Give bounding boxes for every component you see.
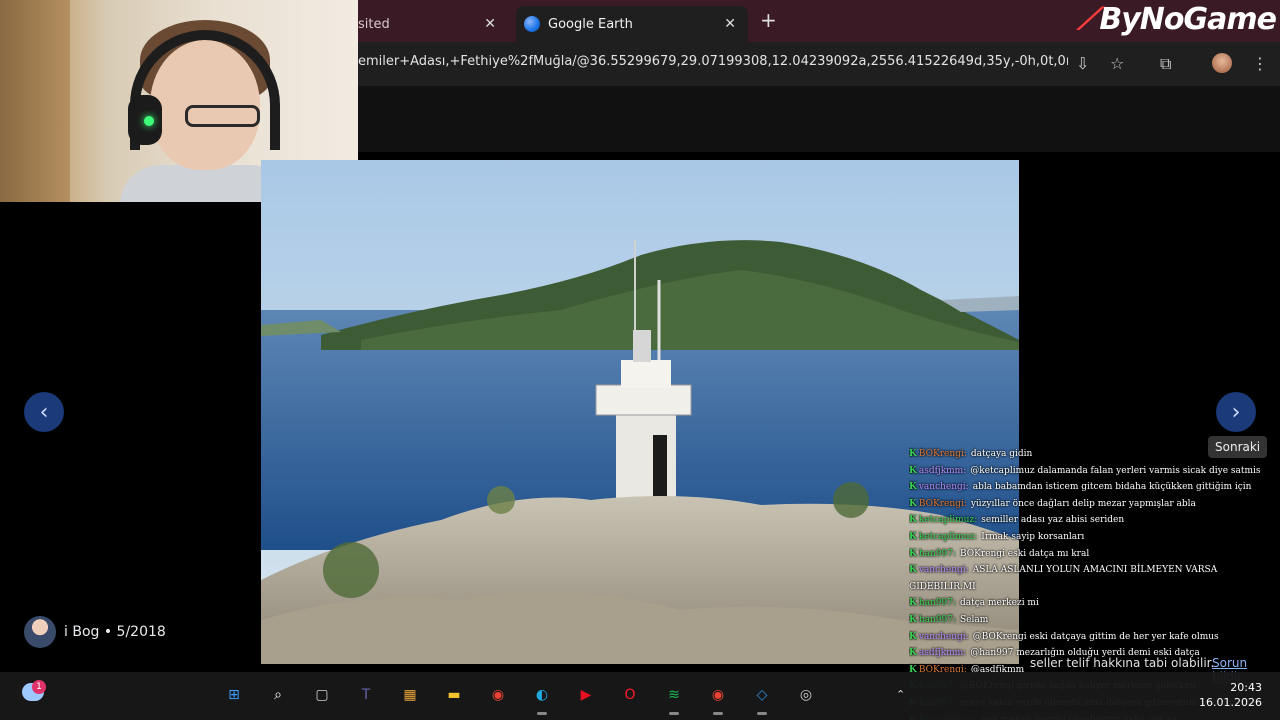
chat-text: @ketcaplimuz dalamanda falan yerleri var… [970, 465, 1261, 476]
chat-message: K BOKrengi: yüzyıllar önce dağları delip m… [909, 496, 1280, 513]
chat-message: Kvanchengi: abla babamdan isticem gitcem … [909, 479, 1280, 496]
new-tab-button[interactable]: + [760, 8, 777, 32]
chat-username: han997: [918, 598, 956, 609]
chat-text: datça merkezi mi [960, 598, 1039, 609]
running-app-indicator [537, 712, 547, 715]
install-app-icon[interactable]: ⇩ [1076, 54, 1089, 73]
chat-badge-icon: K [909, 449, 917, 459]
chat-username: BOKrengi: [918, 449, 967, 459]
chat-badge-icon: K [909, 498, 917, 509]
tab-google-earth[interactable]: Google Earth ✕ [516, 6, 748, 42]
brand-text: ByNoGame [1099, 2, 1277, 37]
browser-menu-icon[interactable]: ⋮ [1252, 54, 1268, 73]
chat-message: Kvanchengi: @BOKrengi eski datçaya gittim… [909, 629, 1280, 646]
tray-overflow-icon[interactable]: ⌃ [896, 688, 905, 701]
chat-message: Kasdfjkmm: @ketcaplimuz dalamanda falan y… [909, 463, 1280, 480]
chat-username: ketcaplimuz: [918, 515, 978, 526]
clock-date: 16.01.2026 [1199, 696, 1262, 709]
chat-text: Selam [960, 614, 989, 625]
weather-notification-badge: 1 [32, 680, 46, 694]
next-photo-button[interactable]: › [1216, 392, 1256, 432]
bookmark-star-icon[interactable]: ☆ [1110, 54, 1124, 73]
profile-avatar[interactable] [1212, 53, 1232, 73]
chat-message: K BOKrengi: datçaya gidin [909, 446, 1280, 463]
file-explorer-icon[interactable]: ▬ [441, 682, 467, 708]
chat-username: asdfjkmm: [918, 648, 967, 659]
chat-message: Khan997: datça merkezi mi [909, 595, 1280, 612]
chat-username: vanchengi: [918, 631, 969, 642]
author-avatar [24, 616, 56, 648]
photo-landscape [261, 160, 1019, 664]
copyright-notice: seller telif hakkına tabi olabilir. [1030, 656, 1215, 670]
chat-username: han997: [918, 548, 956, 559]
tab-active-title: Google Earth [548, 16, 633, 32]
chat-badge-icon: K [909, 515, 917, 526]
chat-username: vanchengi: [918, 482, 969, 493]
chat-username: ketcaplimuz: [918, 531, 978, 542]
chat-text: BOKrengi eski datça mı kral [960, 548, 1090, 559]
chat-message: Kvanchengi: ASLA ASLANLI YOLUN AMACINI Bİ… [909, 562, 1280, 579]
close-icon[interactable]: ✕ [484, 16, 496, 32]
spotify-icon[interactable]: ≋ [661, 682, 687, 708]
chat-text: abla babamdan isticem gitcem bidaha küçü… [972, 482, 1252, 493]
chat-username: han997: [918, 614, 956, 625]
opera-icon[interactable]: O [617, 682, 643, 708]
chat-message: Khan997: Selam [909, 612, 1280, 629]
chat-username: asdfjkmm: [918, 465, 967, 476]
chat-badge-icon: K [909, 548, 917, 559]
chat-username: vanchengi: [918, 565, 969, 576]
media-player-icon[interactable]: ▶ [573, 682, 599, 708]
obs-icon[interactable]: ◎ [793, 682, 819, 708]
chat-text: @BOKrengi eski datçaya gittim de her yer… [972, 631, 1219, 642]
flame-icon: ⟋ [1077, 2, 1098, 37]
chat-badge-icon: K [909, 598, 917, 609]
chat-message: GIDEBILIR.MI [909, 579, 1280, 596]
chat-message: Kketcaplimuz: Irmak sayip korsanları [909, 529, 1280, 546]
task-view-icon[interactable]: ▢ [309, 682, 335, 708]
chat-badge-icon: K [909, 648, 917, 659]
chat-message: Kketcaplimuz: semiller adası yaz abisi se… [909, 512, 1280, 529]
chat-badge-icon: K [909, 614, 917, 625]
close-icon[interactable]: ✕ [724, 16, 736, 32]
store-icon[interactable]: ▦ [397, 682, 423, 708]
chat-message: Khan997: BOKrengi eski datça mı kral [909, 546, 1280, 563]
running-app-indicator [669, 712, 679, 715]
chat-text: GIDEBILIR.MI [909, 581, 976, 592]
brand-logo: ⟋ByNoGame [1077, 2, 1277, 37]
webcam-headset-led [144, 116, 154, 126]
extensions-icon[interactable]: ⧉ [1160, 54, 1171, 74]
windows-taskbar: ⊞ ⌕ ▢ T ▦ ▬ ◉ ◐ ▶ O ≋ ◉ ◇ ◎ [0, 672, 1280, 720]
chat-badge-icon: K [909, 482, 917, 493]
chat-username: BOKrengi: [918, 498, 967, 509]
chrome-icon[interactable]: ◉ [485, 682, 511, 708]
chat-badge-icon: K [909, 531, 917, 542]
url-field[interactable]: emiler+Adası,+Fethiye%2fMuğla/@36.552996… [358, 54, 1068, 69]
google-earth-globe-icon [524, 16, 540, 32]
teams-icon[interactable]: T [353, 682, 379, 708]
running-app-indicator [757, 712, 767, 715]
chat-badge-icon: K [909, 565, 917, 576]
webcam-curtain [0, 0, 70, 202]
chat-text: ASLA ASLANLI YOLUN AMACINI BİLMEYEN VARS… [972, 565, 1218, 576]
street-photo [261, 160, 1019, 664]
chrome-profile-icon[interactable]: ◉ [705, 682, 731, 708]
previous-photo-button[interactable]: ‹ [24, 392, 64, 432]
chat-text: yüzyıllar önce dağları delip mezar yapmı… [970, 498, 1196, 509]
photo-author[interactable]: i Bog • 5/2018 [24, 616, 166, 648]
tab-inactive-title: sited [358, 16, 390, 32]
edge-icon[interactable]: ◐ [529, 682, 555, 708]
tab-inactive[interactable]: sited ✕ [358, 6, 508, 42]
windows-start-icon[interactable]: ⊞ [221, 682, 247, 708]
chat-text: Irmak sayip korsanları [981, 531, 1085, 542]
author-text: i Bog • 5/2018 [64, 624, 166, 640]
chat-badge-icon: K [909, 465, 917, 476]
chat-text: datçaya gidin [970, 449, 1033, 459]
chat-text: semiller adası yaz abisi seriden [981, 515, 1125, 526]
taskbar-clock[interactable]: 20:43 16.01.2026 [1196, 680, 1262, 710]
chat-badge-icon: K [909, 631, 917, 642]
search-icon[interactable]: ⌕ [265, 682, 291, 708]
clock-time: 20:43 [1230, 681, 1262, 694]
running-app-indicator [713, 712, 723, 715]
vscode-like-icon[interactable]: ◇ [749, 682, 775, 708]
